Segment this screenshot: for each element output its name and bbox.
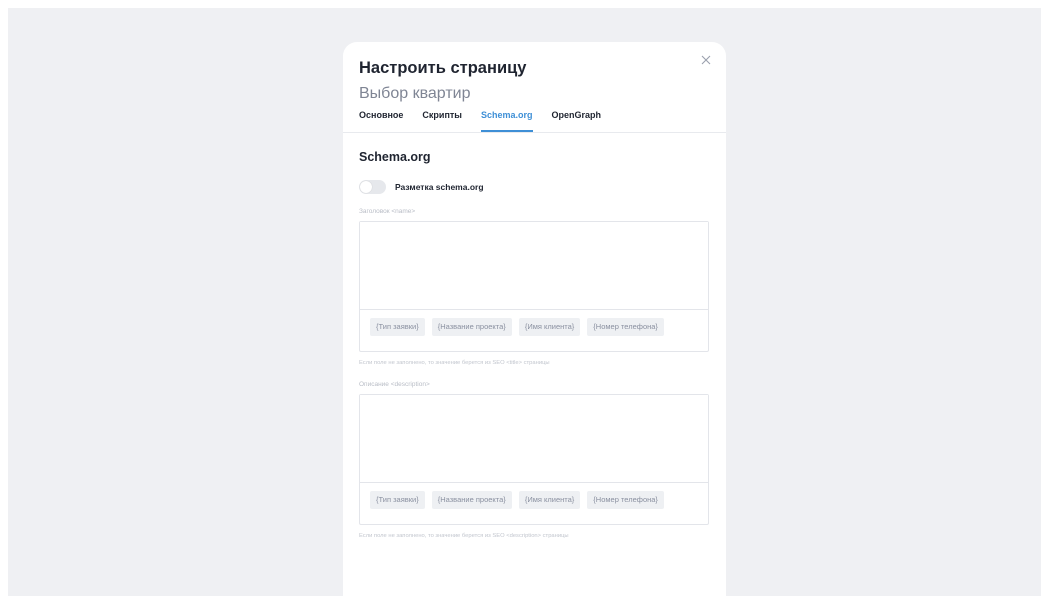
toggle-knob (360, 181, 372, 193)
description-field-hint: Если поле не заполнено, то значение бере… (359, 533, 569, 539)
close-button[interactable] (698, 52, 714, 68)
name-variable-chips: {Тип заявки} {Название проекта} {Имя кли… (360, 309, 708, 351)
tab-scripts[interactable]: Скрипты (422, 106, 462, 130)
chip-client-name[interactable]: {Имя клиента} (518, 491, 581, 509)
chip-client-name[interactable]: {Имя клиента} (518, 318, 581, 336)
name-textarea[interactable] (360, 222, 708, 309)
close-icon (701, 55, 711, 65)
chip-project-name[interactable]: {Название проекта} (431, 318, 512, 336)
tab-main[interactable]: Основное (359, 106, 403, 130)
description-textarea[interactable] (360, 395, 708, 482)
chip-request-type[interactable]: {Тип заявки} (370, 491, 425, 509)
tab-schema-org[interactable]: Schema.org (481, 106, 533, 132)
schema-markup-label: Разметка schema.org (395, 182, 484, 192)
tabs-divider (343, 132, 726, 133)
name-field-hint: Если поле не заполнено, то значение бере… (359, 360, 550, 366)
tab-opengraph[interactable]: OpenGraph (552, 106, 602, 130)
name-field: {Тип заявки} {Название проекта} {Имя кли… (359, 221, 709, 352)
tab-bar: Основное Скрипты Schema.org OpenGraph (359, 106, 620, 132)
modal-title: Настроить страницу (359, 59, 527, 77)
page-settings-modal: Настроить страницу Выбор квартир Основно… (343, 42, 726, 596)
chip-phone-number[interactable]: {Номер телефона} (587, 491, 664, 509)
schema-toggle-row: Разметка schema.org (359, 179, 709, 195)
schema-org-section: Schema.org Разметка schema.org Заголовок… (359, 149, 709, 541)
description-variable-chips: {Тип заявки} {Название проекта} {Имя кли… (360, 482, 708, 524)
modal-subtitle: Выбор квартир (359, 85, 471, 102)
name-field-label: Заголовок <name> (359, 208, 416, 215)
section-title: Schema.org (359, 150, 431, 164)
chip-request-type[interactable]: {Тип заявки} (370, 318, 425, 336)
description-field: {Тип заявки} {Название проекта} {Имя кли… (359, 394, 709, 525)
schema-markup-toggle[interactable] (359, 180, 386, 194)
chip-phone-number[interactable]: {Номер телефона} (587, 318, 664, 336)
description-field-label: Описание <description> (359, 381, 430, 388)
chip-project-name[interactable]: {Название проекта} (431, 491, 512, 509)
